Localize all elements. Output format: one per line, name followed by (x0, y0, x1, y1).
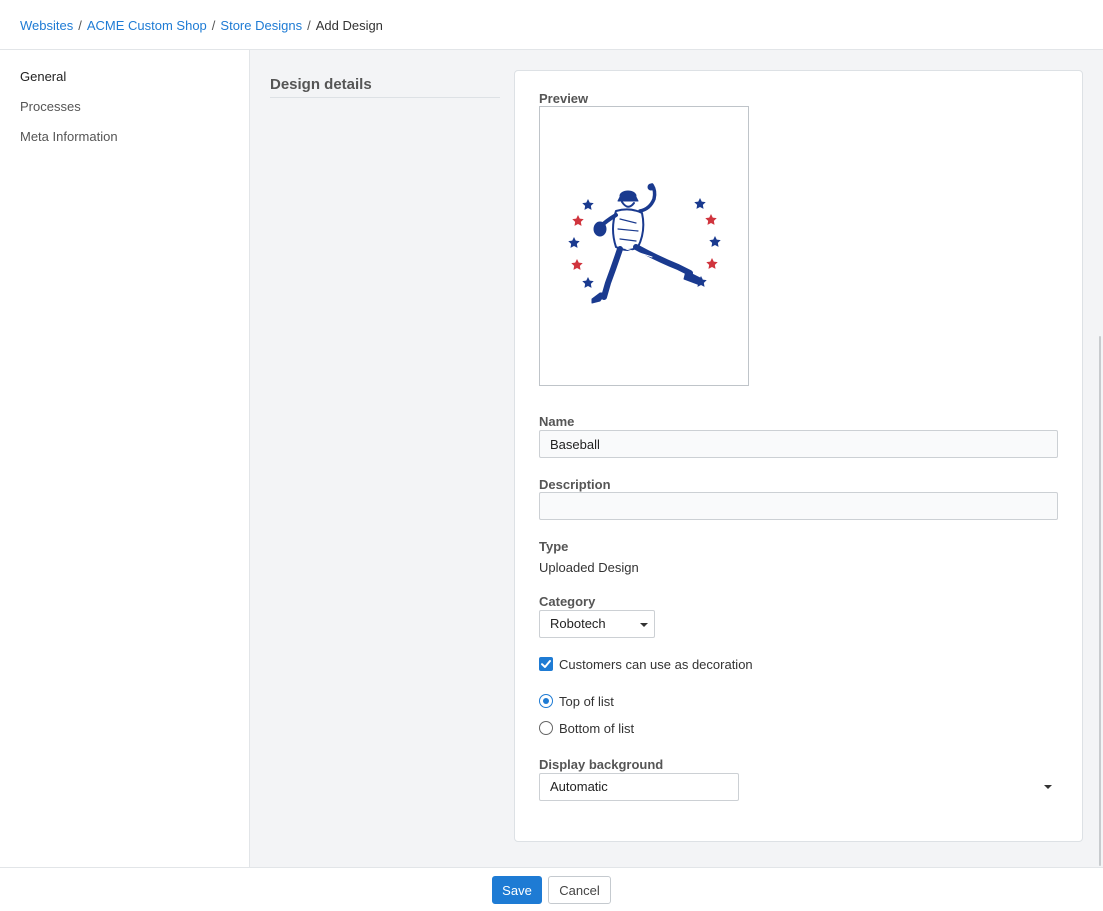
preview-label: Preview (539, 91, 589, 106)
category-label: Category (539, 594, 596, 609)
checkmark-icon (541, 660, 551, 668)
chevron-down-icon (640, 623, 648, 627)
sidebar-item-meta-information[interactable]: Meta Information (20, 129, 118, 145)
type-value: Uploaded Design (539, 560, 639, 575)
radio-top-of-list-label[interactable]: Top of list (559, 694, 614, 710)
design-details-card: Preview Name Baseball Description Type U… (514, 70, 1083, 842)
category-select[interactable]: Robotech (539, 610, 655, 638)
scrollbar[interactable] (1099, 336, 1101, 866)
breadcrumb-store-designs[interactable]: Store Designs (220, 18, 302, 33)
radio-bottom-of-list[interactable] (539, 721, 553, 735)
sidebar-item-general[interactable]: General (20, 69, 66, 85)
star-icon (568, 198, 721, 288)
decoration-checkbox-label[interactable]: Customers can use as decoration (559, 657, 753, 673)
type-label: Type (539, 539, 569, 554)
name-label: Name (539, 414, 575, 429)
radio-bottom-of-list-label[interactable]: Bottom of list (559, 721, 634, 737)
breadcrumb-separator: / (211, 18, 216, 33)
design-preview (539, 106, 749, 386)
baseball-pitcher-logo (568, 183, 721, 304)
save-button[interactable]: Save (492, 876, 542, 904)
breadcrumb-separator: / (78, 18, 82, 33)
radio-top-of-list[interactable] (539, 694, 553, 708)
display-background-label: Display background (539, 757, 664, 772)
section-title: Design details (270, 76, 500, 98)
breadcrumb-acme-custom-shop[interactable]: ACME Custom Shop (87, 18, 207, 33)
category-select-value: Robotech (550, 616, 606, 631)
description-input[interactable] (539, 492, 1058, 520)
top-header: Websites / ACME Custom Shop / Store Designs /… (0, 0, 1103, 50)
breadcrumb-separator: / (307, 18, 311, 33)
footer-actions: Save Cancel (0, 867, 1103, 911)
name-input[interactable] (539, 430, 1058, 458)
pitcher-icon (591, 183, 703, 304)
display-background-select[interactable]: Automatic (539, 773, 739, 801)
main-content: Design details Preview Name Baseball Des… (250, 50, 1103, 867)
cancel-button[interactable]: Cancel (548, 876, 611, 904)
breadcrumb: Websites / ACME Custom Shop / Store Designs /… (20, 18, 383, 34)
chevron-down-icon[interactable] (1044, 785, 1052, 789)
sidebar-item-processes[interactable]: Processes (20, 99, 81, 115)
breadcrumb-current: Add Design (315, 18, 383, 33)
sidebar: General Processes Meta Information (0, 50, 250, 867)
decoration-checkbox[interactable] (539, 657, 553, 671)
breadcrumb-websites[interactable]: Websites (20, 18, 73, 33)
description-label: Description (539, 477, 611, 492)
display-background-value: Automatic (550, 779, 608, 794)
